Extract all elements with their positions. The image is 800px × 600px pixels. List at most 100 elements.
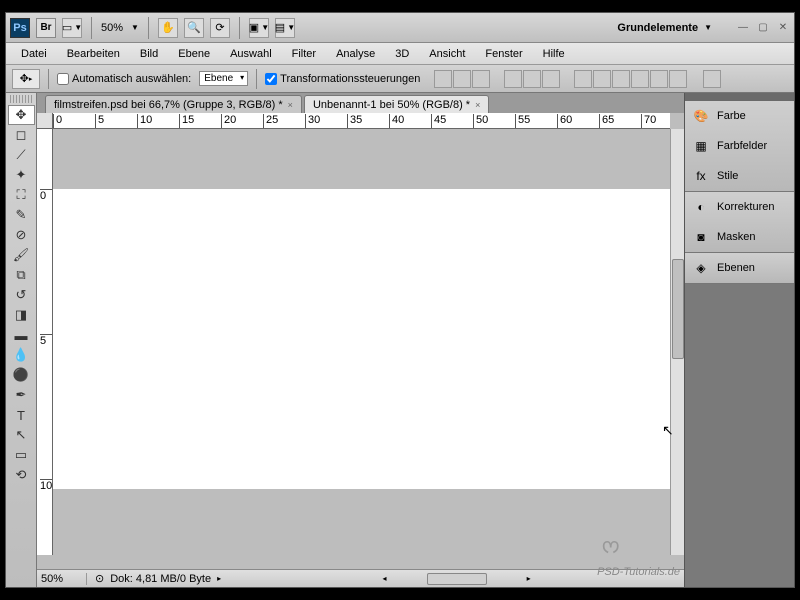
info-icon[interactable]: ⊙ bbox=[95, 572, 104, 585]
auto-align-icon[interactable] bbox=[703, 70, 721, 88]
ruler-corner[interactable] bbox=[37, 113, 53, 129]
canvas-container: 0510152025303540455055606570 0510 bbox=[37, 113, 684, 569]
toolbox-handle[interactable] bbox=[10, 95, 32, 103]
document-canvas[interactable] bbox=[53, 189, 670, 489]
blur-tool[interactable]: 💧 bbox=[8, 345, 35, 365]
panel-farbe[interactable]: 🎨Farbe bbox=[685, 101, 794, 131]
farbfelder-icon: ▦ bbox=[693, 138, 709, 154]
panel-farbfelder[interactable]: ▦Farbfelder bbox=[685, 131, 794, 161]
3d-tool[interactable]: ⟲ bbox=[8, 465, 35, 485]
layout-icon[interactable]: ▭▼ bbox=[62, 18, 82, 38]
dist-1-icon[interactable] bbox=[574, 70, 592, 88]
tab-close-icon[interactable]: × bbox=[288, 100, 293, 110]
status-zoom[interactable]: 50% bbox=[37, 573, 87, 585]
panel-ebenen[interactable]: ◈Ebenen bbox=[685, 253, 794, 283]
dist-4-icon[interactable] bbox=[631, 70, 649, 88]
top-toolbar: Ps Br ▭▼ 50% ▼ ✋ 🔍 ⟳ ▣▼ ▤▼ Grundelemente▼… bbox=[6, 13, 794, 43]
history-brush-tool[interactable]: ↺ bbox=[8, 285, 35, 305]
pen-tool[interactable]: ✒ bbox=[8, 385, 35, 405]
gradient-tool[interactable]: ▬ bbox=[8, 325, 35, 345]
document-tab[interactable]: Unbenannt-1 bei 50% (RGB/8) *× bbox=[304, 95, 489, 113]
scrollbar-thumb[interactable] bbox=[672, 259, 684, 359]
menu-auswahl[interactable]: Auswahl bbox=[221, 46, 281, 62]
path-tool[interactable]: ↖ bbox=[8, 425, 35, 445]
vertical-ruler[interactable]: 0510 bbox=[37, 129, 53, 555]
distribute-group bbox=[574, 70, 687, 88]
align-top-icon[interactable] bbox=[434, 70, 452, 88]
menu-hilfe[interactable]: Hilfe bbox=[534, 46, 574, 62]
arrange-icon[interactable]: ▤▼ bbox=[275, 18, 295, 38]
dist-6-icon[interactable] bbox=[669, 70, 687, 88]
align-hcenter-icon[interactable] bbox=[523, 70, 541, 88]
move-tool-indicator[interactable]: ✥▸ bbox=[12, 69, 40, 89]
align-right-icon[interactable] bbox=[542, 70, 560, 88]
menu-bar: DateiBearbeitenBildEbeneAuswahlFilterAna… bbox=[6, 43, 794, 65]
align-left-icon[interactable] bbox=[504, 70, 522, 88]
ebenen-icon: ◈ bbox=[693, 260, 709, 276]
type-tool[interactable]: T bbox=[8, 405, 35, 425]
canvas[interactable] bbox=[53, 129, 670, 555]
zoom-level[interactable]: 50% bbox=[101, 22, 123, 34]
panel-korrekturen[interactable]: ◐Korrekturen bbox=[685, 192, 794, 222]
eraser-tool[interactable]: ◨ bbox=[8, 305, 35, 325]
menu-analyse[interactable]: Analyse bbox=[327, 46, 384, 62]
tab-close-icon[interactable]: × bbox=[475, 100, 480, 110]
marquee-tool[interactable]: ◻ bbox=[8, 125, 35, 145]
document-area: filmstreifen.psd bei 66,7% (Gruppe 3, RG… bbox=[37, 93, 684, 587]
panel-dock: 🎨Farbe▦FarbfelderfxStile ◐Korrekturen◙Ma… bbox=[684, 93, 794, 587]
panel-handle[interactable] bbox=[685, 93, 794, 101]
move-tool[interactable]: ✥ bbox=[8, 105, 35, 125]
menu-3d[interactable]: 3D bbox=[386, 46, 418, 62]
rotate-icon[interactable]: ⟳ bbox=[210, 18, 230, 38]
zoom-tool-icon[interactable]: 🔍 bbox=[184, 18, 204, 38]
dist-2-icon[interactable] bbox=[593, 70, 611, 88]
maximize-button[interactable]: ▢ bbox=[756, 21, 770, 35]
document-tabs: filmstreifen.psd bei 66,7% (Gruppe 3, RG… bbox=[37, 93, 684, 113]
menu-filter[interactable]: Filter bbox=[283, 46, 325, 62]
menu-ebene[interactable]: Ebene bbox=[169, 46, 219, 62]
close-button[interactable]: ✕ bbox=[776, 21, 790, 35]
dist-3-icon[interactable] bbox=[612, 70, 630, 88]
horizontal-scrollbar[interactable]: ◂▸ bbox=[229, 573, 684, 585]
align-group-2 bbox=[504, 70, 560, 88]
dodge-tool[interactable]: ⚫ bbox=[8, 365, 35, 385]
chevron-down-icon[interactable]: ▼ bbox=[131, 23, 139, 32]
bridge-icon[interactable]: Br bbox=[36, 18, 56, 38]
crop-tool[interactable]: ⛶ bbox=[8, 185, 35, 205]
workspace-switcher[interactable]: Grundelemente▼ bbox=[609, 20, 720, 36]
align-vcenter-icon[interactable] bbox=[453, 70, 471, 88]
healing-tool[interactable]: ⊘ bbox=[8, 225, 35, 245]
doc-size: Dok: 4,81 MB/0 Byte bbox=[110, 573, 211, 585]
lasso-tool[interactable]: ⟋ bbox=[8, 145, 35, 165]
app-window: Ps Br ▭▼ 50% ▼ ✋ 🔍 ⟳ ▣▼ ▤▼ Grundelemente▼… bbox=[5, 12, 795, 588]
transform-controls-checkbox[interactable]: Transformationssteuerungen bbox=[265, 73, 420, 85]
vertical-scrollbar[interactable] bbox=[670, 129, 684, 555]
eyedropper-tool[interactable]: ✎ bbox=[8, 205, 35, 225]
minimize-button[interactable]: — bbox=[736, 21, 750, 35]
toolbox: ✥ ◻ ⟋ ✦ ⛶ ✎ ⊘ 🖌 ⧉ ↺ ◨ ▬ 💧 ⚫ ✒ T ↖ ▭ ⟲ bbox=[6, 93, 37, 587]
status-bar: 50% ⊙Dok: 4,81 MB/0 Byte▸ ◂▸ bbox=[37, 569, 684, 587]
work-area: ✥ ◻ ⟋ ✦ ⛶ ✎ ⊘ 🖌 ⧉ ↺ ◨ ▬ 💧 ⚫ ✒ T ↖ ▭ ⟲ fi… bbox=[6, 93, 794, 587]
menu-bearbeiten[interactable]: Bearbeiten bbox=[58, 46, 129, 62]
horizontal-ruler[interactable]: 0510152025303540455055606570 bbox=[53, 113, 670, 129]
hand-tool-icon[interactable]: ✋ bbox=[158, 18, 178, 38]
wand-tool[interactable]: ✦ bbox=[8, 165, 35, 185]
menu-datei[interactable]: Datei bbox=[12, 46, 56, 62]
align-bottom-icon[interactable] bbox=[472, 70, 490, 88]
align-group-1 bbox=[434, 70, 490, 88]
panel-stile[interactable]: fxStile bbox=[685, 161, 794, 191]
auto-select-checkbox[interactable]: Automatisch auswählen: bbox=[57, 73, 191, 85]
menu-ansicht[interactable]: Ansicht bbox=[420, 46, 474, 62]
menu-fenster[interactable]: Fenster bbox=[476, 46, 531, 62]
document-tab[interactable]: filmstreifen.psd bei 66,7% (Gruppe 3, RG… bbox=[45, 95, 302, 113]
screen-mode-icon[interactable]: ▣▼ bbox=[249, 18, 269, 38]
brush-tool[interactable]: 🖌 bbox=[8, 245, 35, 265]
stamp-tool[interactable]: ⧉ bbox=[8, 265, 35, 285]
shape-tool[interactable]: ▭ bbox=[8, 445, 35, 465]
stile-icon: fx bbox=[693, 168, 709, 184]
photoshop-logo-icon: Ps bbox=[10, 18, 30, 38]
panel-masken[interactable]: ◙Masken bbox=[685, 222, 794, 252]
layer-select-dropdown[interactable]: Ebene bbox=[199, 71, 248, 86]
dist-5-icon[interactable] bbox=[650, 70, 668, 88]
menu-bild[interactable]: Bild bbox=[131, 46, 167, 62]
